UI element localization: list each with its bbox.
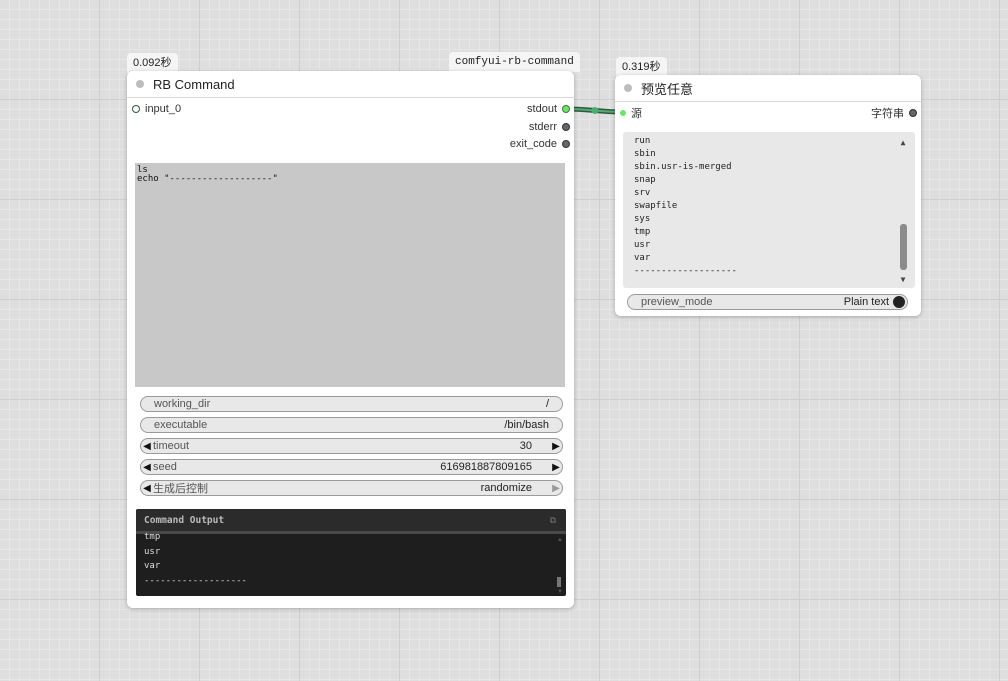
output-label-exit-code: exit_code [509,138,557,150]
toggle-knob-icon[interactable] [893,296,905,308]
input-slot-source[interactable]: 源 [620,106,642,120]
increment-arrow-icon[interactable]: ▶ [550,441,562,452]
node-title: 预览任意 [641,81,694,97]
working-dir-field[interactable]: working_dir / [140,396,563,412]
executable-field[interactable]: executable /bin/bash [140,417,563,433]
preview-line: sys [634,214,651,224]
input-dot-icon[interactable] [132,105,140,113]
output-slot-string[interactable]: 字符串 [871,106,917,120]
scroll-down-icon[interactable]: ▼ [898,273,908,286]
scroll-thumb[interactable] [900,224,907,270]
execution-time-badge: 0.092秒 [127,53,178,73]
input-label: input_0 [145,103,182,115]
working-dir-value: / [545,398,549,410]
console-title: Command Output [144,514,225,526]
output-dot-icon[interactable] [562,123,570,131]
preview-mode-value: Plain text [843,296,889,308]
node-title-bar[interactable]: 预览任意 [615,75,921,102]
timeout-stepper[interactable]: ◀ timeout 30 ▶ [140,438,563,454]
control-after-generate-combo[interactable]: ◀ 生成后控制 randomize ▶ [140,480,563,496]
seed-stepper[interactable]: ◀ seed 616981887809165 ▶ [140,459,563,475]
preview-line: sbin [634,149,656,159]
console-scrollbar[interactable]: ▲ ▼ [557,537,563,595]
control-label: 生成后控制 [153,483,208,495]
scroll-down-icon[interactable]: ▼ [557,589,563,595]
working-dir-label: working_dir [154,398,211,410]
output-label: 字符串 [871,108,904,120]
execution-time-badge: 0.319秒 [616,57,667,77]
preview-mode-toggle[interactable]: preview_mode Plain text [627,294,908,310]
control-value: randomize [480,482,532,494]
input-dot-icon[interactable] [620,110,626,116]
console-line: var [144,561,161,571]
command-textarea[interactable]: ls echo "-------------------" [135,163,565,387]
seed-label: seed [153,461,177,473]
increment-arrow-icon[interactable]: ▶ [550,462,562,473]
package-badge: comfyui-rb-command [449,52,580,72]
preview-line: snap [634,175,656,185]
preview-line: swapfile [634,201,678,211]
preview-mode-label: preview_mode [641,296,713,308]
output-dot-icon[interactable] [909,109,917,117]
preview-text-area[interactable]: run sbin sbin.usr-is-merged snap srv swapfile… [623,132,915,288]
preview-line: var [634,253,651,263]
scroll-up-icon[interactable]: ▲ [898,136,908,149]
output-label-stdout: stdout [527,103,557,115]
next-arrow-icon[interactable]: ▶ [550,483,562,494]
output-dot-icon[interactable] [562,140,570,148]
preview-scrollbar[interactable]: ▲ ▼ [898,136,908,284]
copy-icon[interactable]: ⧉ [550,515,566,526]
preview-line: srv [634,188,651,198]
output-slot-stderr[interactable]: stderr [529,120,570,134]
console-line: ------------------- [144,575,247,586]
output-label-stderr: stderr [528,121,557,133]
preview-line: usr [634,240,651,250]
output-dot-icon[interactable] [562,105,570,113]
preview-lines: run sbin sbin.usr-is-merged snap srv swapfile… [623,132,915,278]
rb-command-node[interactable]: RB Command input_0 stdout stderr exit_co… [127,71,574,608]
console-output: tmp usr var ------------------- [136,530,566,588]
output-slot-stdout[interactable]: stdout [527,102,570,116]
output-slot-exit-code[interactable]: exit_code [510,137,570,151]
collapse-dot-icon[interactable] [136,80,144,88]
console-line: usr [144,546,161,557]
preview-any-node[interactable]: 预览任意 源 字符串 run sbin sbin.usr-is-merged snap… [615,75,921,316]
timeout-value: 30 [519,440,532,452]
input-slot-input-0[interactable]: input_0 [132,102,181,116]
executable-label: executable [154,419,208,431]
input-label: 源 [631,108,642,120]
scroll-thumb[interactable] [557,577,561,587]
preview-line: sbin.usr-is-merged [634,162,732,172]
command-output-panel: Command Output ⧉ tmp usr var -----------… [136,509,566,596]
preview-line: run [634,136,651,146]
console-line: tmp [144,532,161,542]
preview-line: tmp [634,227,651,237]
seed-value: 616981887809165 [440,461,532,473]
scroll-up-icon[interactable]: ▲ [557,537,563,543]
timeout-label: timeout [153,440,190,452]
previous-arrow-icon[interactable]: ◀ [141,483,153,494]
node-title-bar[interactable]: RB Command [127,71,574,98]
preview-line: ------------------- [634,266,737,276]
collapse-dot-icon[interactable] [624,84,632,92]
node-title: RB Command [153,76,235,92]
executable-value: /bin/bash [504,419,549,431]
decrement-arrow-icon[interactable]: ◀ [141,441,153,452]
decrement-arrow-icon[interactable]: ◀ [141,462,153,473]
